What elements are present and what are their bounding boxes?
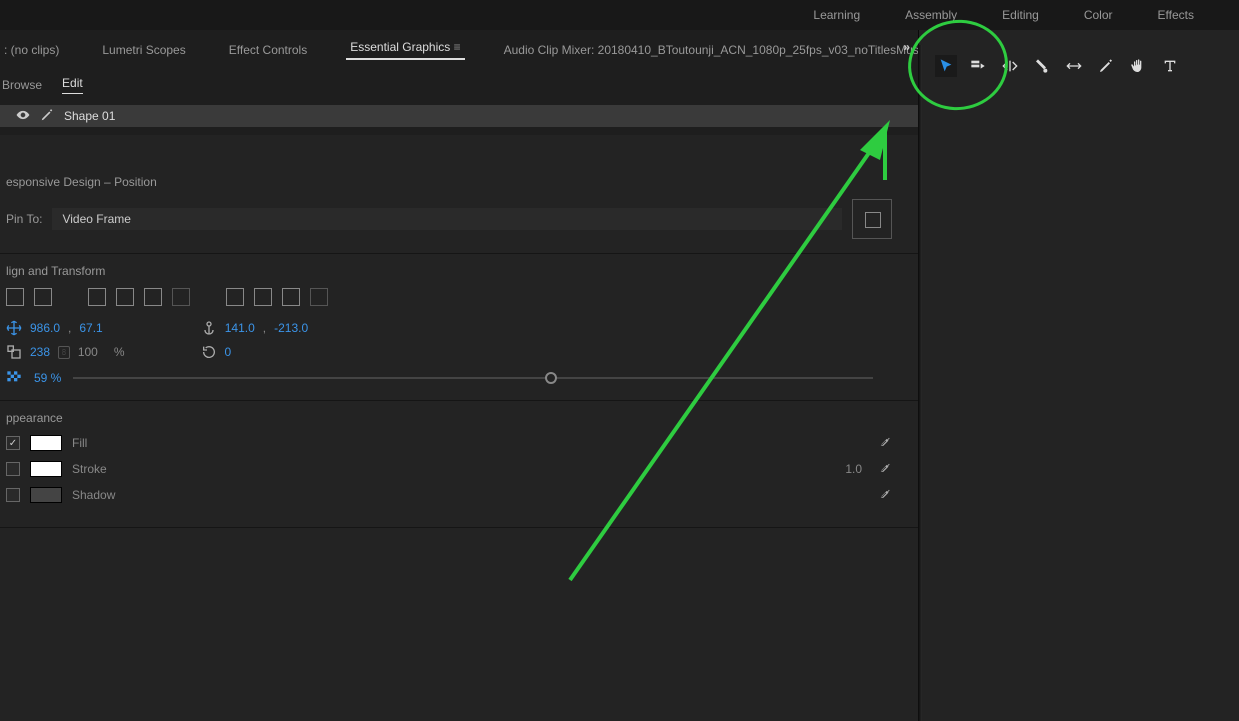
scale-icon[interactable] — [6, 344, 22, 360]
stroke-width-value[interactable]: 1.0 — [845, 462, 862, 476]
rotation-icon[interactable] — [201, 344, 217, 360]
type-tool-icon[interactable] — [1159, 55, 1181, 77]
fill-eyedropper-icon[interactable] — [878, 436, 892, 450]
align-icons-row — [6, 288, 912, 306]
sub-tab-browse[interactable]: Browse — [2, 78, 42, 92]
align-transform-section: lign and Transform 986.0 , 67.1 — [0, 254, 918, 401]
sub-tab-edit[interactable]: Edit — [62, 76, 83, 94]
scale-value[interactable]: 238 — [30, 345, 50, 359]
workspace-tab-learning[interactable]: Learning — [813, 8, 860, 22]
appearance-title: ppearance — [6, 411, 912, 425]
fill-row: Fill — [6, 435, 912, 451]
shadow-row: Shadow — [6, 487, 912, 503]
pen-tool-icon[interactable] — [1095, 55, 1117, 77]
align-left-icon[interactable] — [6, 288, 24, 306]
fill-label: Fill — [72, 436, 87, 450]
pin-target-icon[interactable] — [852, 199, 892, 239]
eg-sub-tabs: Browse Edit — [0, 70, 918, 100]
distribute-h-icon[interactable] — [226, 288, 244, 306]
tab-effect-controls[interactable]: Effect Controls — [225, 43, 311, 57]
tab-audio-clip-mixer[interactable]: Audio Clip Mixer: 20180410_BToutounji_AC… — [500, 43, 932, 57]
pen-icon[interactable] — [40, 108, 54, 125]
ripple-edit-tool-icon[interactable] — [999, 55, 1021, 77]
workspace-tab-color[interactable]: Color — [1084, 8, 1113, 22]
panel-tabs: : (no clips) Lumetri Scopes Effect Contr… — [0, 30, 918, 70]
stroke-row: Stroke 1.0 — [6, 461, 912, 477]
panel-divider[interactable] — [918, 45, 922, 721]
shadow-checkbox[interactable] — [6, 488, 20, 502]
program-monitor-pane — [918, 30, 1239, 721]
responsive-design-section: esponsive Design – Position Pin To: Vide… — [0, 135, 918, 254]
position-icon[interactable] — [6, 320, 22, 336]
slip-tool-icon[interactable] — [1063, 55, 1085, 77]
shadow-swatch[interactable] — [30, 487, 62, 503]
fill-checkbox[interactable] — [6, 436, 20, 450]
align-bottom-icon[interactable] — [144, 288, 162, 306]
responsive-design-title: esponsive Design – Position — [6, 175, 912, 189]
stroke-eyedropper-icon[interactable] — [878, 462, 892, 476]
align-center-v-icon[interactable] — [116, 288, 134, 306]
pin-to-select[interactable]: Video Frame — [52, 208, 842, 230]
anchor-y[interactable]: -213.0 — [274, 321, 308, 335]
fill-swatch[interactable] — [30, 435, 62, 451]
track-select-tool-icon[interactable] — [967, 55, 989, 77]
tab-lumetri-scopes[interactable]: Lumetri Scopes — [98, 43, 189, 57]
opacity-slider-thumb[interactable] — [545, 372, 557, 384]
position-y[interactable]: 67.1 — [79, 321, 102, 335]
hand-tool-icon[interactable] — [1127, 55, 1149, 77]
razor-tool-icon[interactable] — [1031, 55, 1053, 77]
distribute-icon-3[interactable] — [282, 288, 300, 306]
align-right-icon[interactable] — [172, 288, 190, 306]
tab-essential-graphics[interactable]: Essential Graphics — [346, 40, 464, 60]
workspace-tabs: Learning Assembly Editing Color Effects — [0, 0, 1239, 30]
appearance-section: ppearance Fill Stroke 1.0 Shadow — [0, 401, 918, 528]
opacity-value[interactable]: 59 % — [34, 371, 61, 385]
tab-source[interactable]: : (no clips) — [0, 43, 63, 57]
opacity-icon[interactable] — [6, 370, 22, 386]
stroke-swatch[interactable] — [30, 461, 62, 477]
distribute-icon-4[interactable] — [310, 288, 328, 306]
distribute-v-icon[interactable] — [254, 288, 272, 306]
opacity-slider[interactable] — [73, 377, 873, 379]
align-center-h-icon[interactable] — [34, 288, 52, 306]
anchor-icon[interactable] — [201, 320, 217, 336]
position-x[interactable]: 986.0 — [30, 321, 60, 335]
anchor-x[interactable]: 141.0 — [225, 321, 255, 335]
rotation-value[interactable]: 0 — [225, 345, 232, 359]
link-scale-icon[interactable]: 𝟾 — [58, 346, 70, 359]
workspace-tab-assembly[interactable]: Assembly — [905, 8, 957, 22]
pin-to-label: Pin To: — [6, 212, 42, 226]
essential-graphics-panel: esponsive Design – Position Pin To: Vide… — [0, 135, 918, 721]
scale-pct: % — [114, 345, 125, 359]
scale-linked: 100 — [78, 345, 98, 359]
workspace-tab-editing[interactable]: Editing — [1002, 8, 1039, 22]
align-transform-title: lign and Transform — [6, 264, 912, 278]
align-top-icon[interactable] — [88, 288, 106, 306]
tools-panel — [935, 55, 1181, 77]
layer-row[interactable]: Shape 01 — [0, 105, 918, 127]
selection-tool-icon[interactable] — [935, 55, 957, 77]
stroke-checkbox[interactable] — [6, 462, 20, 476]
workspace-tab-effects[interactable]: Effects — [1158, 8, 1194, 22]
shadow-eyedropper-icon[interactable] — [878, 488, 892, 502]
stroke-label: Stroke — [72, 462, 107, 476]
shadow-label: Shadow — [72, 488, 115, 502]
eye-icon[interactable] — [16, 108, 30, 125]
layer-name[interactable]: Shape 01 — [64, 109, 115, 123]
panel-overflow-button[interactable]: » — [903, 40, 910, 54]
